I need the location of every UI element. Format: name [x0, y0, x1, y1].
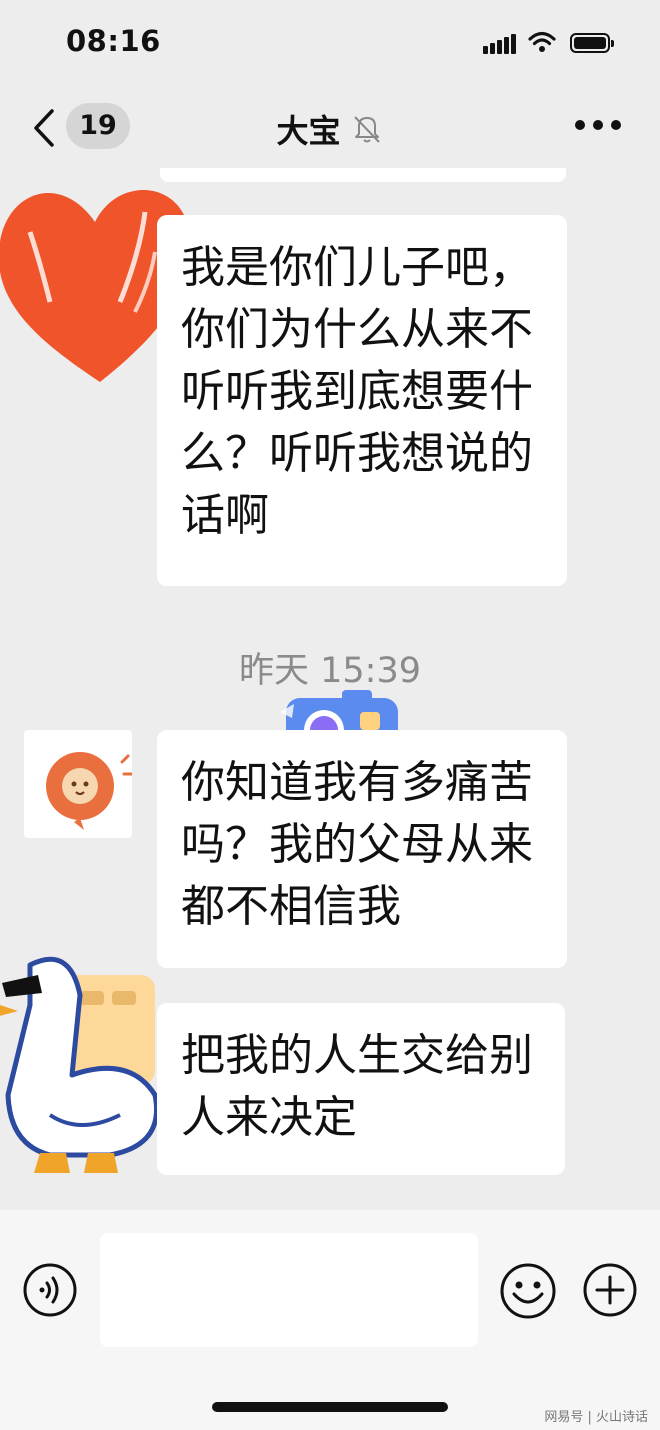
more-dots-icon[interactable] — [575, 120, 621, 132]
avatar[interactable] — [24, 730, 134, 838]
chat-header: 大宝 — [0, 106, 660, 152]
lion-avatar-icon — [46, 752, 134, 830]
chat-title: 大宝 — [276, 112, 341, 150]
message-bubble[interactable]: 我是你们儿子吧，你们为什么从来不听听我到底想要什么？听听我想说的话啊 — [157, 215, 567, 586]
duck-sticker — [0, 956, 159, 1173]
status-time: 08:16 — [66, 24, 161, 58]
message-input[interactable] — [100, 1233, 478, 1347]
battery-icon — [570, 33, 614, 53]
voice-icon[interactable] — [22, 1262, 78, 1318]
home-indicator — [212, 1402, 448, 1412]
plus-icon[interactable] — [582, 1262, 638, 1318]
watermark: 网易号 | 火山诗话 — [544, 1410, 648, 1425]
bell-off-icon — [353, 116, 380, 143]
status-bar: 08:16 — [0, 0, 660, 88]
wifi-icon — [528, 31, 556, 52]
message-bubble[interactable]: 你知道我有多痛苦吗？我的父母从来都不相信我 — [157, 730, 567, 968]
previous-message-edge — [160, 168, 566, 182]
emoji-icon[interactable] — [499, 1262, 557, 1320]
signal-icon — [483, 34, 517, 54]
message-bubble[interactable]: 把我的人生交给别人来决定 — [157, 1003, 565, 1175]
